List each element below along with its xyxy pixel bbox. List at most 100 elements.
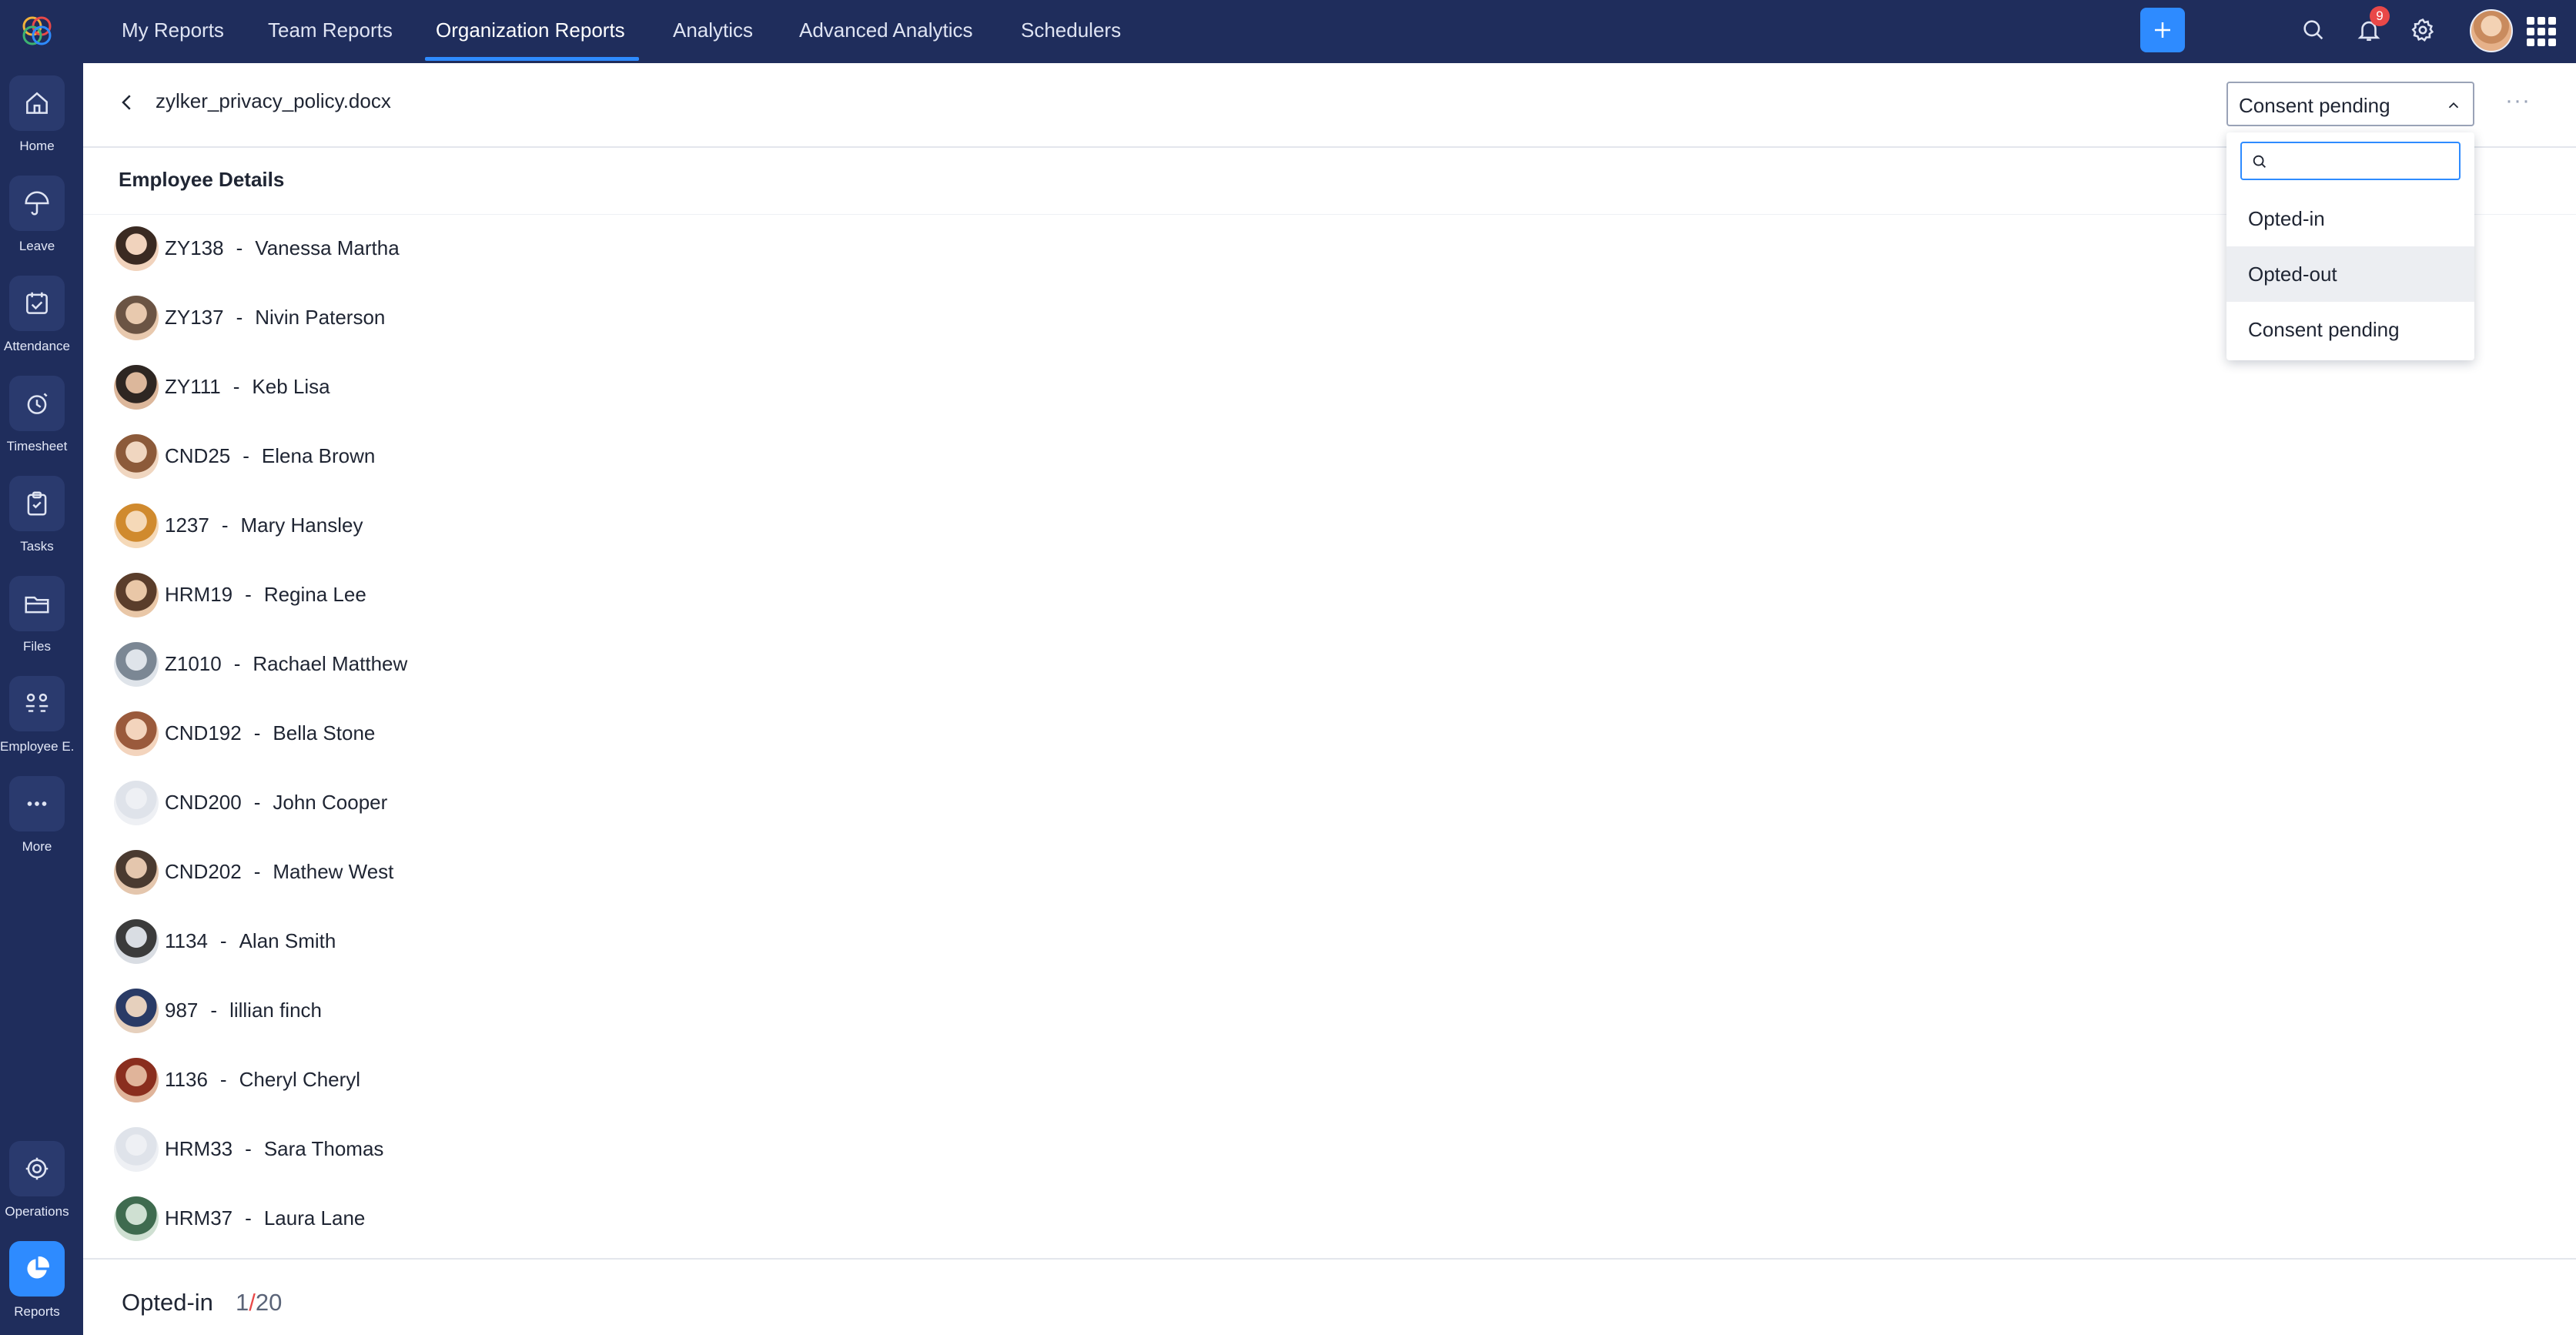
footer-status-label: Opted-in bbox=[122, 1289, 213, 1316]
section-divider bbox=[83, 214, 2576, 215]
employee-label: ZY138- Vanessa Martha bbox=[165, 236, 400, 260]
employee-id: 1237 bbox=[165, 514, 209, 537]
more-icon bbox=[9, 776, 65, 831]
sidebar-item-tasks[interactable]: Tasks bbox=[0, 476, 83, 567]
dropdown-search-input[interactable] bbox=[2240, 142, 2461, 180]
tab-my-reports[interactable]: My Reports bbox=[122, 0, 224, 63]
search-button[interactable] bbox=[2297, 14, 2330, 46]
employee-id-separator: - bbox=[233, 652, 241, 675]
sidebar-item-label: Leave bbox=[18, 239, 55, 253]
employee-id: CND192 bbox=[165, 721, 242, 744]
employee-avatar bbox=[114, 850, 159, 895]
dropdown-option-opted-out[interactable]: Opted-out bbox=[2226, 246, 2474, 302]
settings-button[interactable] bbox=[2407, 14, 2439, 46]
back-arrow-icon[interactable] bbox=[115, 91, 139, 114]
sidebar-item-files[interactable]: Files bbox=[0, 576, 83, 667]
sidebar-item-home[interactable]: Home bbox=[0, 75, 83, 166]
section-title: Employee Details bbox=[119, 168, 285, 191]
employee-engagement-icon bbox=[9, 676, 65, 731]
employee-avatar bbox=[114, 989, 159, 1033]
employee-id: 1134 bbox=[165, 929, 208, 952]
clipboard-check-icon bbox=[9, 476, 65, 531]
employee-label: HRM19- Regina Lee bbox=[165, 583, 366, 607]
dropdown-option-opted-in[interactable]: Opted-in bbox=[2226, 191, 2474, 246]
employee-id-separator: - bbox=[233, 375, 240, 398]
apps-grid-icon[interactable] bbox=[2527, 17, 2556, 46]
consent-status-dropdown: Opted-in Opted-out Consent pending bbox=[2226, 132, 2474, 360]
employee-id: HRM33 bbox=[165, 1137, 233, 1160]
employee-id-separator: - bbox=[245, 1137, 252, 1160]
employee-avatar bbox=[114, 711, 159, 756]
employee-id-separator: - bbox=[221, 514, 229, 537]
employee-id: ZY138 bbox=[165, 236, 224, 259]
search-icon bbox=[2303, 20, 2323, 40]
employee-label: HRM37- Laura Lane bbox=[165, 1206, 365, 1230]
dropdown-option-consent-pending[interactable]: Consent pending bbox=[2226, 302, 2474, 357]
tab-team-reports[interactable]: Team Reports bbox=[268, 0, 393, 63]
sidebar-item-label: Attendance bbox=[3, 339, 70, 353]
employee-name: Regina Lee bbox=[263, 583, 366, 606]
sidebar-item-leave[interactable]: Leave bbox=[0, 176, 83, 266]
pie-chart-icon bbox=[9, 1241, 65, 1297]
sidebar-item-attendance[interactable]: Attendance bbox=[0, 276, 83, 366]
employee-id-separator: - bbox=[245, 1206, 252, 1230]
employee-id-separator: - bbox=[253, 721, 261, 744]
sidebar-item-label: Operations bbox=[5, 1204, 69, 1219]
gear-icon bbox=[2411, 18, 2434, 42]
employee-id: CND202 bbox=[165, 860, 242, 883]
app-logo-icon[interactable] bbox=[17, 11, 57, 51]
plus-icon bbox=[2155, 22, 2170, 38]
umbrella-icon bbox=[9, 176, 65, 231]
tab-advanced-analytics[interactable]: Advanced Analytics bbox=[799, 0, 972, 63]
employee-id: ZY137 bbox=[165, 306, 224, 329]
sidebar-item-more[interactable]: More bbox=[0, 776, 83, 867]
tab-organization-reports[interactable]: Organization Reports bbox=[436, 0, 625, 63]
user-avatar[interactable] bbox=[2470, 9, 2513, 52]
employee-id-separator: - bbox=[253, 860, 261, 883]
employee-avatar bbox=[114, 919, 159, 964]
employee-id: 987 bbox=[165, 999, 199, 1022]
employee-label: CND192- Bella Stone bbox=[165, 721, 375, 745]
employee-name: Sara Thomas bbox=[263, 1137, 384, 1160]
employee-name: Mathew West bbox=[273, 860, 394, 883]
employee-id: CND200 bbox=[165, 791, 242, 814]
clock-icon bbox=[9, 376, 65, 431]
employee-name: Bella Stone bbox=[273, 721, 376, 744]
tab-analytics[interactable]: Analytics bbox=[673, 0, 753, 63]
employee-id: Z1010 bbox=[165, 652, 222, 675]
employee-label: ZY137- Nivin Paterson bbox=[165, 306, 385, 330]
active-tab-indicator bbox=[425, 57, 639, 61]
employee-name: Keb Lisa bbox=[252, 375, 330, 398]
search-icon bbox=[2253, 155, 2266, 168]
home-icon bbox=[9, 75, 65, 131]
employee-id-separator: - bbox=[219, 1068, 227, 1091]
employee-id-separator: - bbox=[210, 999, 218, 1022]
consent-status-select[interactable]: Consent pending bbox=[2226, 82, 2474, 126]
add-button[interactable] bbox=[2140, 8, 2185, 52]
employee-avatar bbox=[114, 1127, 159, 1172]
employee-avatar bbox=[114, 642, 159, 687]
employee-label: HRM33- Sara Thomas bbox=[165, 1137, 383, 1161]
calendar-check-icon bbox=[9, 276, 65, 331]
employee-avatar bbox=[114, 365, 159, 410]
employee-id-separator: - bbox=[243, 444, 249, 467]
employee-label: 1136- Cheryl Cheryl bbox=[165, 1068, 360, 1092]
header-divider bbox=[83, 146, 2576, 148]
more-options-icon[interactable]: ··· bbox=[2505, 88, 2531, 114]
sidebar-item-employee-engagement[interactable]: Employee E... bbox=[0, 676, 83, 767]
sidebar-item-reports[interactable]: Reports bbox=[0, 1241, 83, 1332]
chevron-up-icon bbox=[2448, 102, 2459, 109]
employee-id: ZY111 bbox=[165, 375, 221, 398]
employee-avatar bbox=[114, 296, 159, 340]
sidebar-item-timesheet[interactable]: Timesheet bbox=[0, 376, 83, 467]
sidebar-item-label: Reports bbox=[14, 1304, 60, 1319]
employee-name: Elena Brown bbox=[261, 444, 376, 467]
tab-schedulers[interactable]: Schedulers bbox=[1021, 0, 1121, 63]
top-navigation-bar: My Reports Team Reports Organization Rep… bbox=[83, 0, 2576, 63]
document-title: zylker_privacy_policy.docx bbox=[156, 89, 391, 112]
employee-name: Cheryl Cheryl bbox=[239, 1068, 361, 1091]
sidebar-item-operations[interactable]: Operations bbox=[0, 1141, 83, 1232]
employee-name: Rachael Matthew bbox=[253, 652, 408, 675]
footer-count-separator: / bbox=[249, 1289, 256, 1316]
footer-divider bbox=[83, 1258, 2576, 1260]
